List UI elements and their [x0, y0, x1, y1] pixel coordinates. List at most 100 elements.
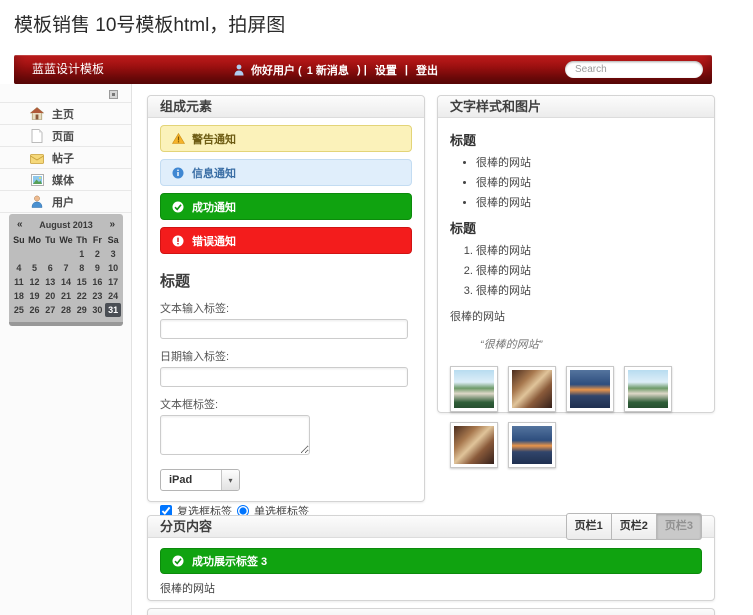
- calendar-day[interactable]: 1: [74, 247, 90, 261]
- settings-link[interactable]: 设置: [375, 62, 397, 78]
- calendar-dow: Su: [11, 233, 27, 247]
- exclamation-circle-icon: [171, 234, 185, 248]
- tab-3[interactable]: 页栏3: [656, 513, 702, 540]
- calendar-day[interactable]: 20: [42, 289, 58, 303]
- thumbnail-sunset[interactable]: [566, 366, 614, 412]
- calendar-day[interactable]: 22: [74, 289, 90, 303]
- calendar-day[interactable]: 5: [27, 261, 43, 275]
- calendar-next-button[interactable]: »: [109, 219, 115, 230]
- brand-logo[interactable]: 蓝蓝设计模板: [32, 55, 104, 84]
- calendar-day[interactable]: 9: [90, 261, 106, 275]
- thumbnail-crowd[interactable]: [450, 422, 498, 468]
- calendar-day[interactable]: 15: [74, 275, 90, 289]
- calendar-day[interactable]: 24: [105, 289, 121, 303]
- sidebar-item-pages[interactable]: 页面: [0, 124, 131, 146]
- calendar-day[interactable]: 2: [90, 247, 106, 261]
- error-alert: 错误通知: [160, 227, 412, 254]
- sidebar-item-users[interactable]: 用户: [0, 190, 131, 213]
- thumbnail-castle[interactable]: [624, 366, 672, 412]
- calendar-day[interactable]: 11: [11, 275, 27, 289]
- calendar-dow: Fr: [90, 233, 106, 247]
- tabbed-panel-header: 分页内容 页栏1 页栏2 页栏3: [148, 516, 714, 538]
- crowd-image: [512, 370, 552, 408]
- top-navigation-bar: 蓝蓝设计模板 你好用户 (1 新消息 ) | 设置 | 登出: [14, 55, 712, 84]
- thumbnail-sunset[interactable]: [508, 422, 556, 468]
- calendar-day[interactable]: 12: [27, 275, 43, 289]
- next-panel-stub: [147, 608, 715, 615]
- calendar-day[interactable]: 8: [74, 261, 90, 275]
- calendar-day[interactable]: 28: [58, 303, 74, 317]
- list-heading: 标题: [450, 130, 702, 149]
- sidebar-item-label: 用户: [52, 194, 74, 210]
- sidebar-item-home[interactable]: 主页: [0, 102, 131, 124]
- calendar-day[interactable]: 17: [105, 275, 121, 289]
- user-greeting: 你好用户 (: [251, 62, 302, 78]
- sidebar-collapse-button[interactable]: [109, 90, 118, 99]
- calendar-prev-button[interactable]: «: [17, 219, 23, 230]
- calendar-day[interactable]: 25: [11, 303, 27, 317]
- calendar-month-label: August 2013: [39, 220, 93, 230]
- media-icon: [30, 173, 44, 187]
- list-item: 很棒的网站: [476, 282, 702, 298]
- textarea-field[interactable]: [160, 415, 310, 455]
- text-styles-panel: 文字样式和图片 标题 很棒的网站 很棒的网站 很棒的网站 标题 很棒的网站 很棒…: [437, 95, 715, 413]
- calendar-day-selected[interactable]: 31: [105, 303, 121, 317]
- tab-1[interactable]: 页栏1: [566, 513, 612, 540]
- calendar-day[interactable]: 29: [74, 303, 90, 317]
- check-circle-icon: [171, 554, 185, 568]
- search-input[interactable]: [565, 61, 703, 78]
- calendar-day[interactable]: 26: [27, 303, 43, 317]
- tab-success-alert: 成功展示标签 3: [160, 548, 702, 574]
- sidebar-item-posts[interactable]: 帖子: [0, 146, 131, 168]
- calendar-dow: Mo: [27, 233, 43, 247]
- calendar-day[interactable]: 4: [11, 261, 27, 275]
- castle-image: [628, 370, 668, 408]
- blockquote-text: “很棒的网站”: [480, 336, 702, 352]
- text-input-field[interactable]: [160, 319, 408, 339]
- info-alert-text: 信息通知: [192, 165, 236, 181]
- tab-content-text: 很棒的网站: [160, 580, 702, 596]
- tab-2[interactable]: 页栏2: [611, 513, 657, 540]
- tabbed-content-panel: 分页内容 页栏1 页栏2 页栏3 成功展示标签 3 很棒的网站: [147, 515, 715, 601]
- components-panel-title: 组成元素: [160, 96, 212, 117]
- calendar-day[interactable]: 23: [90, 289, 106, 303]
- sidebar-item-media[interactable]: 媒体: [0, 168, 131, 190]
- image-grid: [450, 366, 680, 468]
- messages-link[interactable]: 1 新消息: [307, 62, 349, 78]
- calendar-dow: Th: [74, 233, 90, 247]
- calendar-day[interactable]: 27: [42, 303, 58, 317]
- warning-alert: 警告通知: [160, 125, 412, 152]
- success-alert-text: 成功通知: [192, 199, 236, 215]
- list-item: 很棒的网站: [476, 242, 702, 258]
- components-panel: 组成元素 警告通知 信息通知 成功通知 错误通知 标题 文本输入标签: 日期输入…: [147, 95, 425, 502]
- device-select-value: iPad: [161, 474, 221, 486]
- calendar-day[interactable]: 30: [90, 303, 106, 317]
- thumbnail-crowd[interactable]: [508, 366, 556, 412]
- chevron-down-icon: ▾: [221, 470, 239, 490]
- calendar-day[interactable]: 3: [105, 247, 121, 261]
- check-circle-icon: [171, 200, 185, 214]
- calendar-day[interactable]: 19: [27, 289, 43, 303]
- user-menu-separator: ) |: [354, 64, 370, 76]
- calendar-day[interactable]: 7: [58, 261, 74, 275]
- text-input-label: 文本输入标签:: [160, 300, 412, 316]
- thumbnail-castle[interactable]: [450, 366, 498, 412]
- warning-triangle-icon: [171, 132, 185, 146]
- calendar-day[interactable]: 18: [11, 289, 27, 303]
- calendar-day[interactable]: 16: [90, 275, 106, 289]
- info-circle-icon: [171, 166, 185, 180]
- date-input-field[interactable]: [160, 367, 408, 387]
- sidebar-menu: 主页 页面 帖子 媒体 用户: [0, 102, 131, 213]
- calendar-day[interactable]: 14: [58, 275, 74, 289]
- calendar-day[interactable]: 6: [42, 261, 58, 275]
- calendar-day: [11, 247, 27, 261]
- posts-icon: [30, 151, 44, 165]
- list-item: 很棒的网站: [476, 262, 702, 278]
- calendar-day[interactable]: 10: [105, 261, 121, 275]
- device-select[interactable]: iPad ▾: [160, 469, 240, 491]
- calendar-day[interactable]: 13: [42, 275, 58, 289]
- calendar-day[interactable]: 21: [58, 289, 74, 303]
- numbered-list: 很棒的网站 很棒的网站 很棒的网站: [450, 242, 702, 298]
- date-input-label: 日期输入标签:: [160, 348, 412, 364]
- logout-link[interactable]: 登出: [416, 62, 438, 78]
